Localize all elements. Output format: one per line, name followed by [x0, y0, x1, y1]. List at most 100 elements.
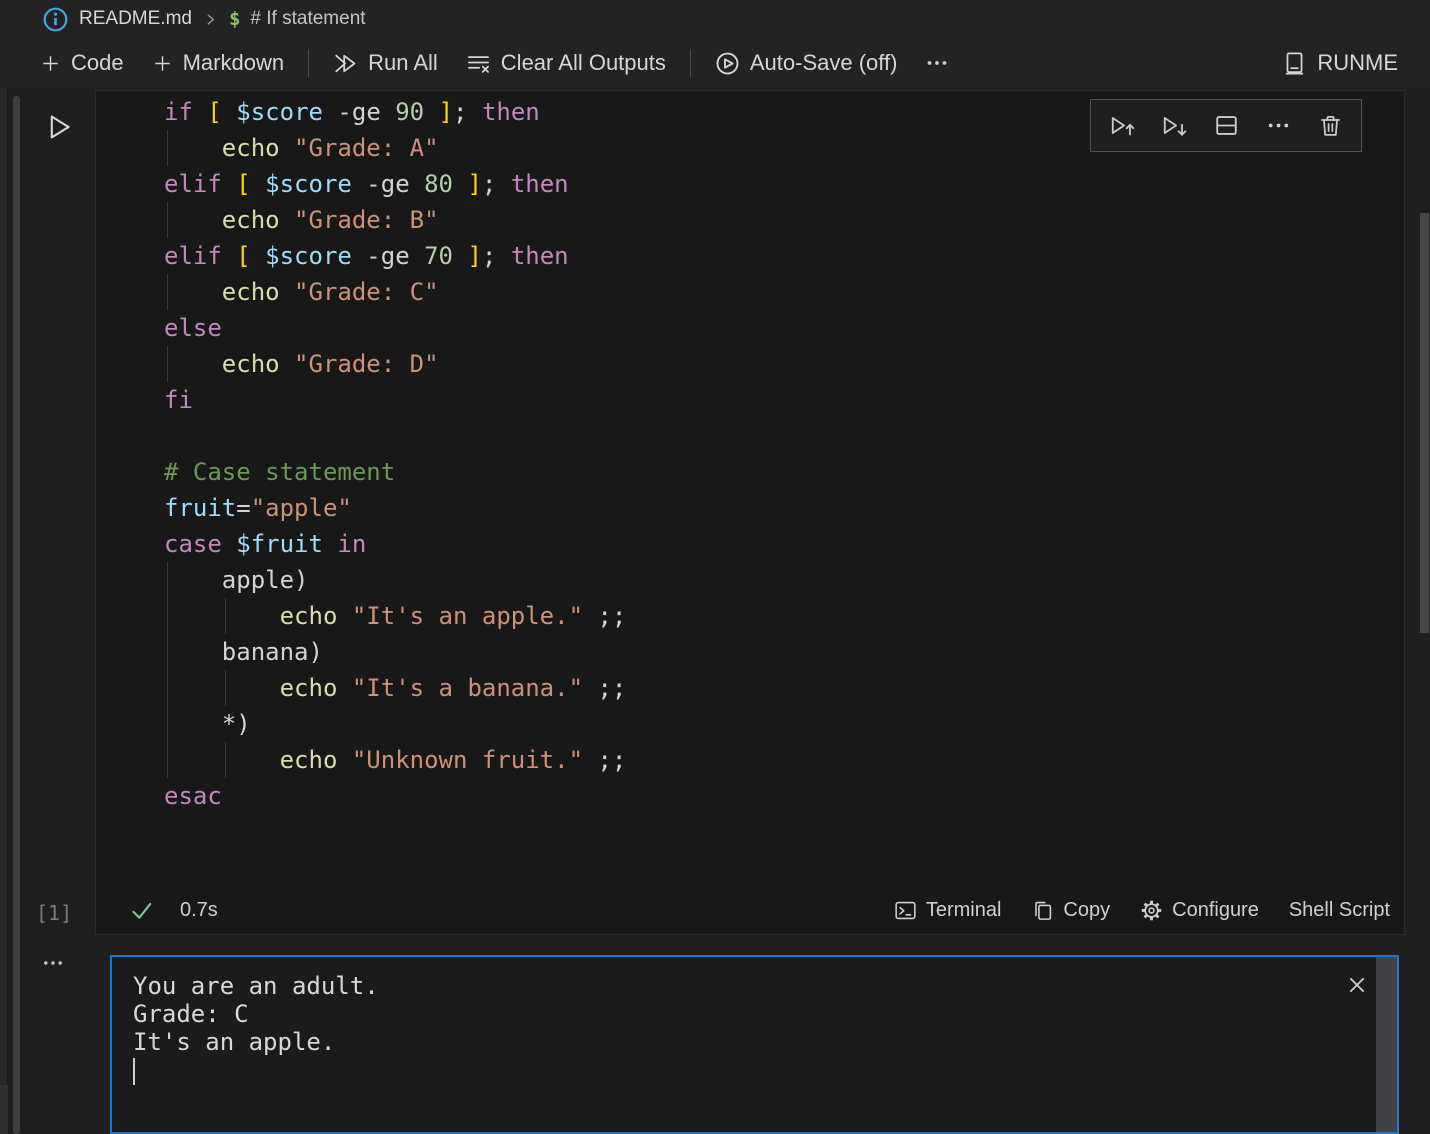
code-line: else [164, 310, 1404, 346]
runme-label: RUNME [1317, 50, 1398, 76]
code-line: echo "Unknown fruit." ;; [164, 742, 1404, 778]
execute-below-button[interactable] [1157, 109, 1191, 143]
cell-toolbar [1090, 99, 1362, 152]
code-line: case $fruit in [164, 526, 1404, 562]
code-line: elif [ $score -ge 80 ]; then [164, 166, 1404, 202]
output-line: It's an apple. [133, 1028, 379, 1056]
indent-guide [225, 670, 226, 706]
terminal-button[interactable]: Terminal [894, 899, 1002, 922]
runme-logo-icon [1282, 51, 1307, 76]
left-edge-corner [0, 1085, 8, 1134]
info-icon [42, 6, 69, 33]
plus-icon [40, 53, 61, 74]
cell-focus-indicator [13, 96, 20, 1134]
code-cell: if [ $score -ge 90 ]; then echo "Grade: … [95, 90, 1405, 935]
output-line: You are an adult. [133, 972, 379, 1000]
code-lines: if [ $score -ge 90 ]; then echo "Grade: … [164, 94, 1404, 886]
indent-guide [167, 562, 168, 598]
indent-guide [225, 598, 226, 634]
indent-guide [167, 130, 168, 166]
breadcrumb: README.md $ # If statement [0, 0, 1430, 38]
configure-label: Configure [1172, 899, 1259, 922]
clear-all-outputs-button[interactable]: Clear All Outputs [452, 38, 680, 88]
indent-guide [167, 634, 168, 670]
cell-output-terminal[interactable]: You are an adult.Grade: CIt's an apple. [110, 955, 1399, 1134]
run-all-button[interactable]: Run All [319, 38, 452, 88]
code-line: elif [ $score -ge 70 ]; then [164, 238, 1404, 274]
topbar: README.md $ # If statement Code [0, 0, 1430, 88]
breadcrumb-section[interactable]: # If statement [250, 8, 365, 30]
cell-editor[interactable]: if [ $score -ge 90 ]; then echo "Grade: … [96, 91, 1404, 887]
indent-guide [167, 202, 168, 238]
indent-guide [167, 346, 168, 382]
indent-guide [167, 598, 168, 634]
add-markdown-cell-button[interactable]: Markdown [138, 38, 298, 88]
code-line: esac [164, 778, 1404, 814]
plus-icon [152, 53, 173, 74]
add-markdown-label: Markdown [183, 50, 284, 76]
execution-duration: 0.7s [180, 899, 218, 922]
code-line [164, 418, 1404, 454]
chevron-right-icon [202, 11, 219, 28]
gear-icon [1140, 899, 1163, 922]
indent-guide [225, 742, 226, 778]
delete-cell-button[interactable] [1313, 109, 1347, 143]
auto-save-label: Auto-Save (off) [750, 50, 898, 76]
left-edge-strip [0, 88, 8, 1134]
copy-button[interactable]: Copy [1031, 899, 1110, 922]
breadcrumb-file[interactable]: README.md [79, 8, 192, 30]
code-line: echo "It's a banana." ;; [164, 670, 1404, 706]
language-label: Shell Script [1289, 899, 1390, 922]
indent-guide [167, 742, 168, 778]
configure-button[interactable]: Configure [1140, 899, 1259, 922]
auto-save-icon [715, 51, 740, 76]
code-line: fruit="apple" [164, 490, 1404, 526]
code-line: echo "Grade: D" [164, 346, 1404, 382]
toolbar-divider [690, 49, 691, 77]
indent-guide [167, 670, 168, 706]
auto-save-toggle[interactable]: Auto-Save (off) [701, 38, 912, 88]
success-check-icon [129, 898, 154, 923]
terminal-icon [894, 899, 917, 922]
cell-more-actions-button[interactable] [1261, 109, 1295, 143]
add-code-cell-button[interactable]: Code [26, 38, 138, 88]
indent-guide [167, 274, 168, 310]
notebook-body: if [ $score -ge 90 ]; then echo "Grade: … [0, 88, 1430, 1134]
clear-all-outputs-label: Clear All Outputs [501, 50, 666, 76]
code-line: *) [164, 706, 1404, 742]
output-line: Grade: C [133, 1000, 379, 1028]
close-output-button[interactable] [1345, 973, 1369, 997]
clear-all-outputs-icon [466, 51, 491, 76]
output-scrollbar-thumb[interactable] [1376, 957, 1397, 1132]
indent-guide [167, 706, 168, 742]
code-line: fi [164, 382, 1404, 418]
add-code-label: Code [71, 50, 124, 76]
code-line: # Case statement [164, 454, 1404, 490]
runme-button[interactable]: RUNME [1268, 38, 1412, 88]
toolbar-divider [308, 49, 309, 77]
language-picker[interactable]: Shell Script [1289, 899, 1390, 922]
toolbar-more-button[interactable] [911, 38, 963, 88]
run-cell-button[interactable] [42, 110, 76, 144]
runme-notebook-window: README.md $ # If statement Code [0, 0, 1430, 1134]
code-line: echo "Grade: B" [164, 202, 1404, 238]
execute-above-button[interactable] [1105, 109, 1139, 143]
output-menu-button[interactable] [36, 952, 70, 974]
code-line: apple) [164, 562, 1404, 598]
code-line [164, 850, 1404, 886]
window-scrollbar-thumb[interactable] [1420, 213, 1429, 633]
terminal-cursor [133, 1058, 135, 1085]
split-cell-button[interactable] [1209, 109, 1243, 143]
copy-label: Copy [1063, 899, 1110, 922]
code-line [164, 814, 1404, 850]
run-all-label: Run All [368, 50, 438, 76]
code-line: echo "Grade: C" [164, 274, 1404, 310]
code-line: echo "It's an apple." ;; [164, 598, 1404, 634]
ellipsis-icon [925, 51, 949, 75]
output-lines: You are an adult.Grade: CIt's an apple. [133, 972, 379, 1056]
run-all-icon [333, 51, 358, 76]
notebook-toolbar: Code Markdown Run All [0, 38, 1430, 88]
execution-count: [1] [36, 901, 72, 925]
terminal-label: Terminal [926, 899, 1002, 922]
breadcrumb-symbol: $ [229, 8, 240, 30]
